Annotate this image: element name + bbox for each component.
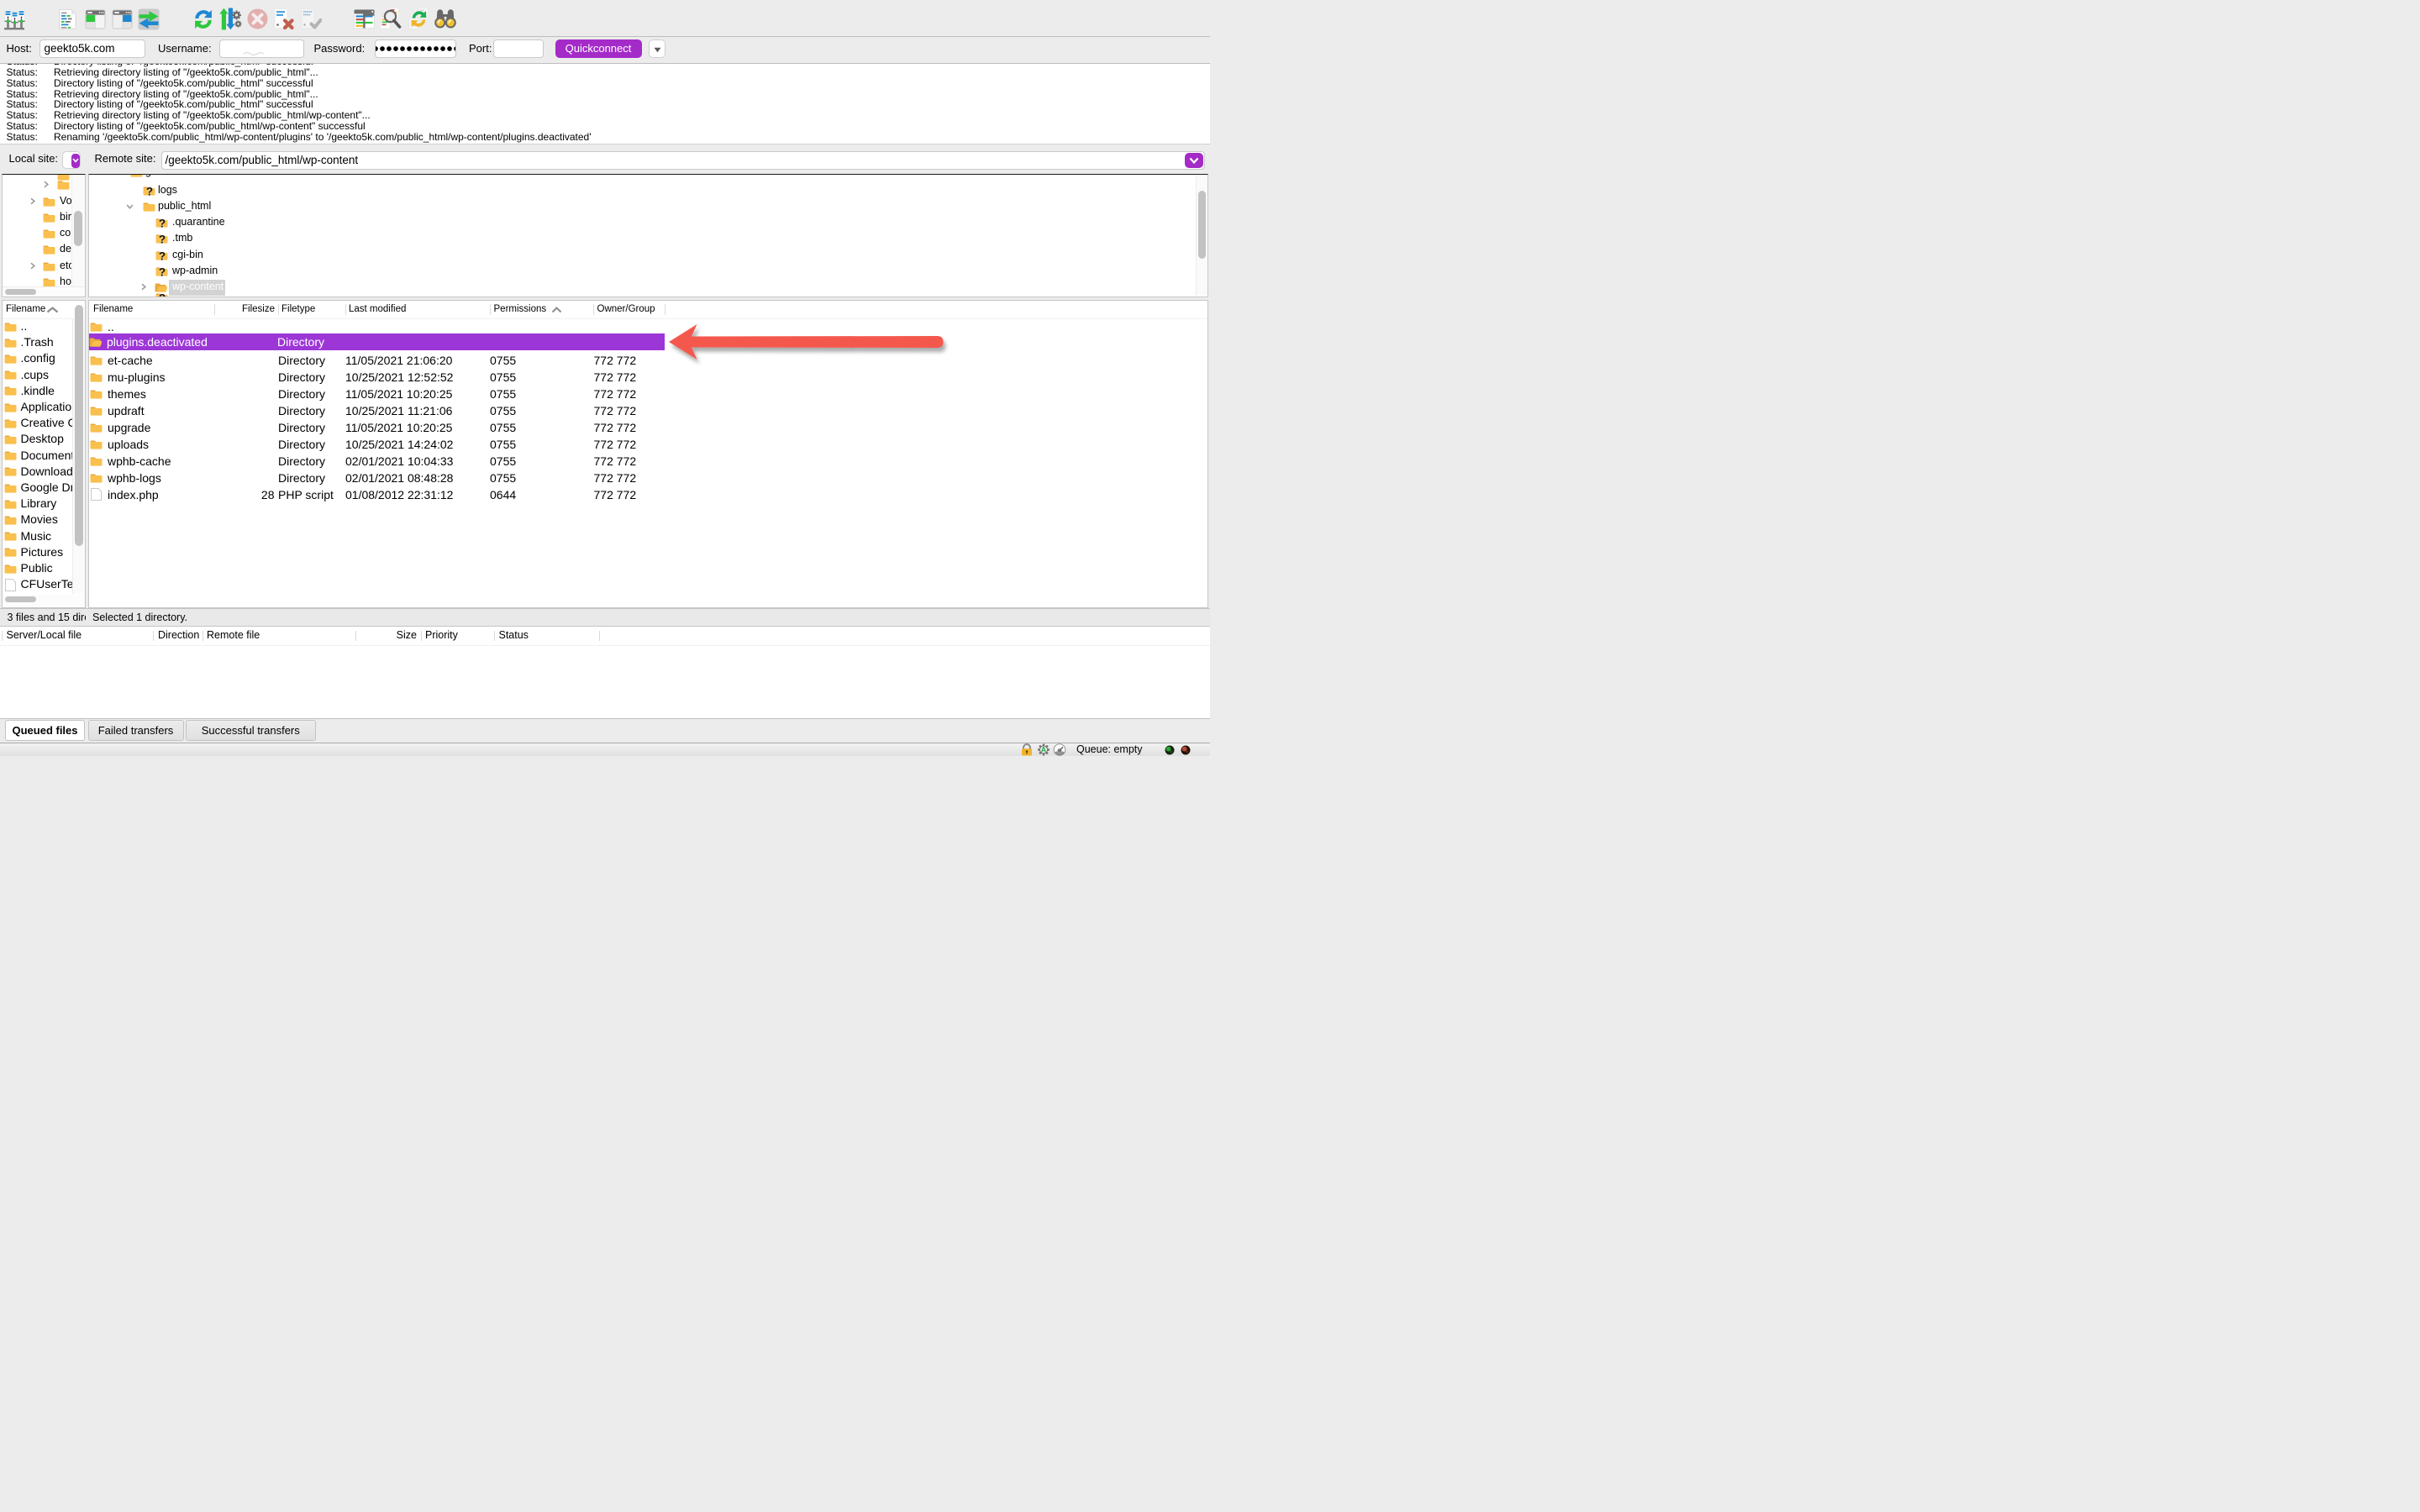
svg-text:A: A [1040,746,1046,754]
